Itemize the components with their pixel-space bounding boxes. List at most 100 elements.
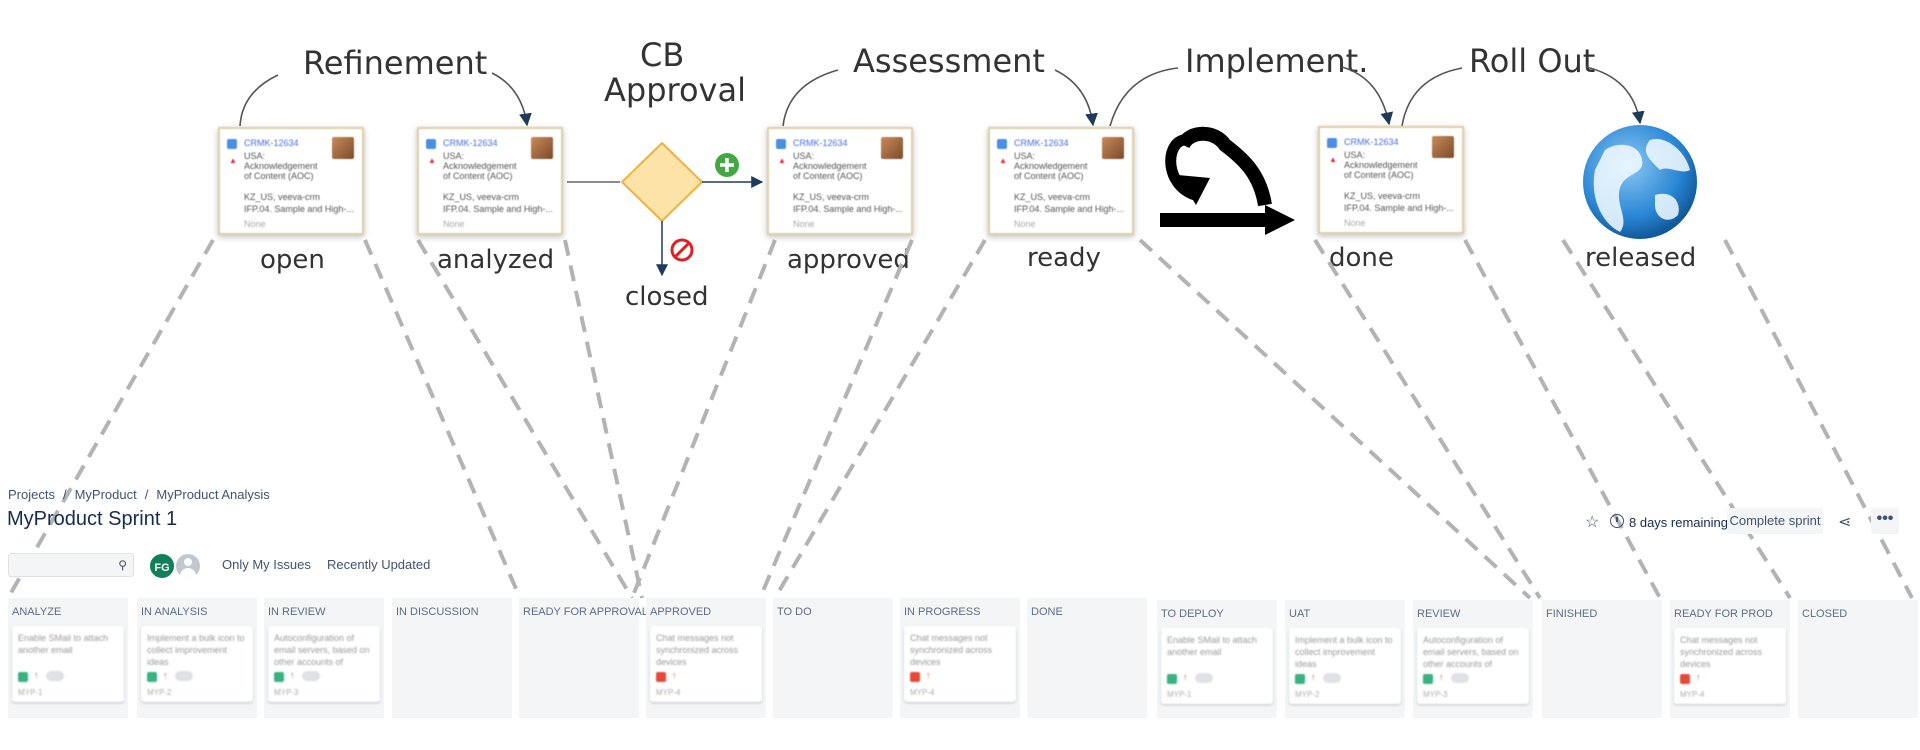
column-header: ANALYZE <box>12 606 62 618</box>
column-header: DONE <box>1031 606 1063 618</box>
phase-assessment-label: Assessment <box>853 42 1045 80</box>
issue-card[interactable]: Enable SMail to attach another email ↑ MYP… <box>12 626 124 702</box>
issue-summary: Autoconfiguration of email servers, base… <box>1423 635 1519 669</box>
issue-type-icon <box>18 672 28 682</box>
avatar <box>881 137 903 159</box>
status-approved-label: approved <box>787 245 910 275</box>
diagram-card-open: ▲ CRMK-12634 USA: Acknowledgement of Conte… <box>218 127 364 235</box>
column-header: FINISHED <box>1546 608 1598 620</box>
filter-only-my-issues[interactable]: Only My Issues <box>222 557 311 572</box>
column-header: TO DO <box>777 606 812 618</box>
priority-icon: ↑ <box>290 670 295 680</box>
issue-card[interactable]: Enable SMail to attach another email ↑ MYP… <box>1161 628 1273 704</box>
iteration-loop-icon <box>1160 126 1295 235</box>
board-column: FINISHED <box>1542 600 1662 718</box>
issue-type-icon <box>274 672 284 682</box>
breadcrumb-analysis[interactable]: MyProduct Analysis <box>156 487 269 502</box>
estimate-badge <box>1195 673 1213 683</box>
board-column: READY FOR APPROVAL <box>519 598 648 718</box>
issue-summary: Chat messages not synchronized across de… <box>910 633 993 667</box>
priority-icon: ↑ <box>1439 672 1444 682</box>
issue-type-icon <box>656 672 666 682</box>
status-closed-label: closed <box>625 282 708 312</box>
estimate-badge <box>46 671 64 681</box>
issue-type-icon <box>147 672 157 682</box>
issue-card[interactable]: Implement a bulk icon to collect improve… <box>1289 628 1401 704</box>
phase-cb-approval-label-1: CB <box>640 36 684 74</box>
issue-card[interactable]: Implement a bulk icon to collect improve… <box>141 626 253 702</box>
column-header: READY FOR PROD <box>1674 608 1773 620</box>
issue-type-icon <box>1295 674 1305 684</box>
avatar-fg[interactable]: FG <box>148 552 176 580</box>
issue-key: MYP-3 <box>274 688 299 697</box>
issue-card[interactable]: Chat messages not synchronized across de… <box>904 626 1016 702</box>
more-button[interactable]: ••• <box>1871 508 1899 534</box>
breadcrumb-projects[interactable]: Projects <box>8 487 55 502</box>
column-header: APPROVED <box>650 606 712 618</box>
status-done-label: done <box>1329 243 1394 273</box>
issue-key: MYP-4 <box>910 688 935 697</box>
column-header: TO DEPLOY <box>1161 608 1224 620</box>
board-column: CLOSED <box>1798 600 1918 718</box>
priority-icon: ↑ <box>163 670 168 680</box>
breadcrumb: Projects / MyProduct / MyProduct Analysis <box>8 487 270 502</box>
avatar <box>332 137 354 159</box>
rollout-arc-start <box>1401 67 1463 127</box>
board-column: IN ANALYSIS Implement a bulk icon to coll… <box>137 598 257 718</box>
column-header: REVIEW <box>1417 608 1461 620</box>
estimate-badge <box>1451 673 1469 683</box>
estimate-badge <box>302 671 320 681</box>
board-column: IN DISCUSSION <box>392 598 512 718</box>
issue-card[interactable]: Autoconfiguration of email servers, base… <box>268 626 380 702</box>
globe-icon <box>1583 125 1697 239</box>
column-header: IN DISCUSSION <box>396 606 479 618</box>
filter-recently-updated[interactable]: Recently Updated <box>327 557 430 572</box>
page-title: MyProduct Sprint 1 <box>7 508 178 530</box>
column-header: IN ANALYSIS <box>141 606 208 618</box>
issue-summary: Enable SMail to attach another email <box>1167 635 1258 657</box>
board-column: ANALYZE Enable SMail to attach another em… <box>8 598 128 718</box>
issue-key: MYP-4 <box>1680 690 1705 699</box>
search-input[interactable]: ⚲ <box>8 553 134 577</box>
avatar <box>1432 136 1454 158</box>
complete-sprint-button[interactable]: Complete sprint <box>1727 508 1823 534</box>
issue-key: MYP-1 <box>18 688 43 697</box>
diagram-card-done: ▲ CRMK-12634 USA: Acknowledgement of Conte… <box>1318 126 1464 234</box>
board-column: DONE <box>1027 598 1147 718</box>
approve-icon <box>715 153 739 177</box>
status-released-label: released <box>1585 243 1696 273</box>
issue-summary: Autoconfiguration of email servers, base… <box>274 633 370 667</box>
phase-cb-approval-label-2: Approval <box>604 71 746 109</box>
priority-icon: ↑ <box>926 670 931 680</box>
phase-rollout-label: Roll Out <box>1469 42 1595 80</box>
status-open-label: open <box>260 245 325 275</box>
column-header: UAT <box>1289 608 1311 620</box>
board-column: APPROVED Chat messages not synchronized a… <box>646 598 766 718</box>
issue-summary: Enable SMail to attach another email <box>18 633 109 655</box>
priority-icon: ↑ <box>1696 672 1701 682</box>
star-icon[interactable]: ☆ <box>1585 512 1599 532</box>
issue-summary: Implement a bulk icon to collect improve… <box>147 633 245 667</box>
estimate-badge <box>175 671 193 681</box>
column-header: IN PROGRESS <box>904 606 981 618</box>
issue-card[interactable]: Chat messages not synchronized across de… <box>650 626 762 702</box>
clock-icon <box>1610 514 1624 528</box>
search-icon: ⚲ <box>118 558 127 572</box>
priority-icon: ↑ <box>34 670 39 680</box>
mapping-lines <box>6 238 1914 600</box>
avatar-unassigned[interactable] <box>174 552 202 580</box>
refinement-arc-end <box>491 72 532 127</box>
status-ready-label: ready <box>1027 243 1101 273</box>
priority-icon: ↑ <box>1183 672 1188 682</box>
issue-key: MYP-2 <box>147 688 172 697</box>
implement-arc-start <box>1109 67 1179 127</box>
board-column: READY FOR PROD Chat messages not synchron… <box>1670 600 1790 718</box>
breadcrumb-myproduct[interactable]: MyProduct <box>75 487 137 502</box>
board-column: IN PROGRESS Chat messages not synchronize… <box>900 598 1020 718</box>
share-icon[interactable]: ⋖ <box>1838 512 1851 532</box>
assessment-arc-end <box>1054 69 1098 127</box>
issue-card[interactable]: Autoconfiguration of email servers, base… <box>1417 628 1529 704</box>
diagram-card-analyzed: ▲ CRMK-12634 USA: Acknowledgement of Conte… <box>417 127 563 235</box>
issue-summary: Implement a bulk icon to collect improve… <box>1295 635 1393 669</box>
issue-card[interactable]: Chat messages not synchronized across de… <box>1674 628 1786 704</box>
